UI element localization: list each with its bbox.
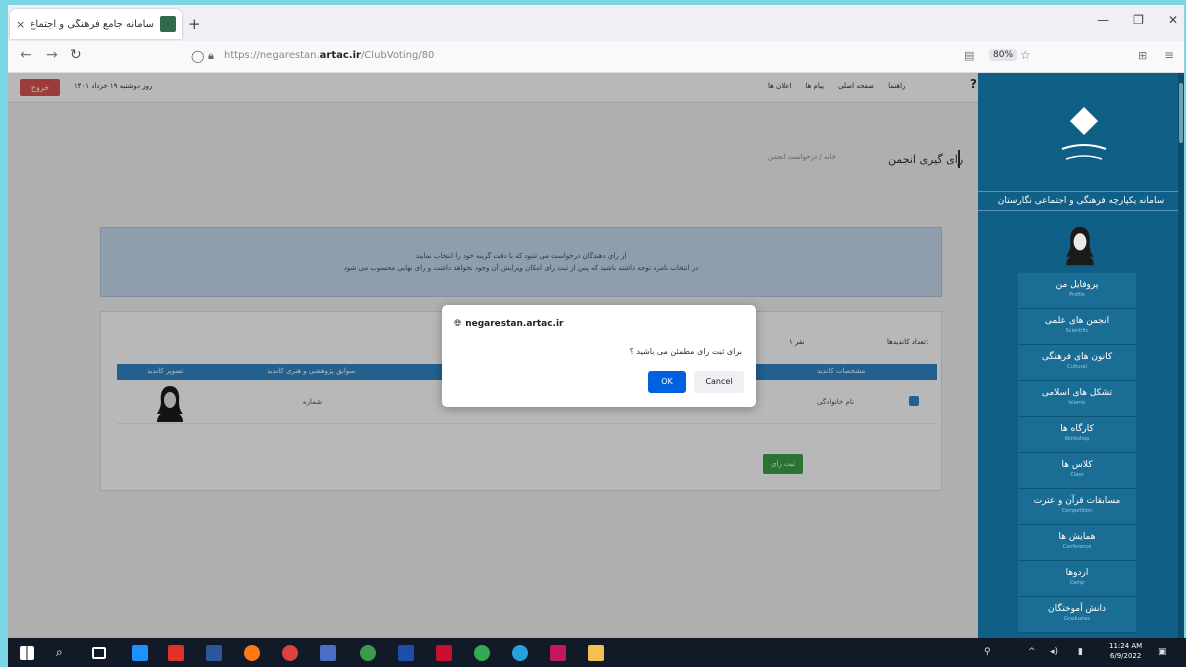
tab-close-icon[interactable]: ×	[16, 18, 25, 31]
close-window-icon[interactable]: ✕	[1168, 13, 1178, 27]
sidebar-item-graduates[interactable]: دانش آموختگان Graduates	[1018, 597, 1136, 633]
sidebar-item-conferences[interactable]: همایش ها Conference	[1018, 525, 1136, 561]
people-icon[interactable]: ⚲	[984, 647, 991, 657]
app-icon-6[interactable]	[474, 645, 490, 661]
menu-hamburger-icon[interactable]: ≡	[1164, 48, 1174, 62]
sidebar-item-label: تشکل های اسلامی	[1041, 388, 1113, 398]
sidebar-item-label: دانش آموختگان	[1048, 604, 1106, 614]
window-controls: — ❐ ✕	[1097, 13, 1178, 27]
sidebar-item-sublabel: Profile	[1069, 292, 1085, 298]
extensions-icon[interactable]: ⊞	[1138, 49, 1147, 62]
dialog-origin-text: negarestan.artac.ir	[465, 319, 564, 329]
url-domain: artac.ir	[319, 50, 361, 61]
restore-icon[interactable]: ❐	[1133, 13, 1144, 27]
dialog-message: برای ثبت رای مطمئن می باشید ؟	[629, 347, 742, 356]
sidebar-item-label: مسابقات قرآن و عترت	[1033, 496, 1121, 506]
sidebar-item-label: پروفایل من	[1055, 280, 1099, 290]
sidebar-item-camps[interactable]: اردوها Camp	[1018, 561, 1136, 597]
windows-taskbar: ⌕ ⚲ ^ ◂) ▮ 11:24 AM 6/9/2022 ▣	[8, 638, 1186, 667]
shield-icon[interactable]: ◯	[191, 49, 204, 63]
tab-title: سامانه جامع فرهنگی و اجتماع...	[31, 18, 154, 30]
confirm-dialog: 🌐︎ negarestan.artac.ir برای ثبت رای مطمئ…	[442, 305, 756, 407]
notification-icon[interactable]: ▣	[1158, 647, 1167, 657]
globe-icon: 🌐︎	[454, 319, 462, 329]
app-icon-3[interactable]	[320, 645, 336, 661]
sidebar-item-sublabel: Camp	[1069, 580, 1085, 586]
dialog-origin: 🌐︎ negarestan.artac.ir	[454, 319, 564, 329]
photoshop-icon[interactable]	[398, 645, 414, 661]
sidebar-item-sublabel: Workshop	[1064, 436, 1090, 442]
url-path: /ClubVoting/80	[360, 50, 435, 61]
browser-tab[interactable]: سامانه جامع فرهنگی و اجتماع... ×	[10, 9, 182, 39]
sidebar-item-cultural[interactable]: کانون های فرهنگی Cultural	[1018, 345, 1136, 381]
zoom-level[interactable]: 80%	[989, 49, 1018, 61]
new-tab-button[interactable]: +	[188, 15, 201, 33]
sidebar-item-workshops[interactable]: کارگاه ها Workshop	[1018, 417, 1136, 453]
scrollbar-thumb[interactable]	[1179, 83, 1183, 143]
windows-start-icon[interactable]	[20, 646, 34, 660]
volume-icon[interactable]: ◂)	[1050, 647, 1058, 657]
forward-arrow-icon[interactable]: →	[46, 47, 58, 63]
profile-avatar-icon[interactable]	[1064, 223, 1096, 267]
app-icon-5[interactable]	[436, 645, 452, 661]
bookmark-star-icon[interactable]: ☆	[1020, 48, 1031, 62]
clock-time: 11:24 AM	[1109, 642, 1143, 650]
app-icon-1[interactable]	[132, 645, 148, 661]
browser-window: سامانه جامع فرهنگی و اجتماع... × + — ❐ ✕…	[8, 5, 1184, 638]
tray-chevron-icon[interactable]: ^	[1028, 647, 1036, 657]
sidebar-item-label: همایش ها	[1058, 532, 1096, 542]
sidebar-item-label: کارگاه ها	[1060, 424, 1094, 434]
app-icon-7[interactable]	[550, 645, 566, 661]
sidebar-item-label: انجمن های علمی	[1044, 316, 1110, 326]
sidebar-item-sublabel: Class	[1070, 472, 1084, 478]
firefox-icon[interactable]	[244, 645, 260, 661]
sidebar-item-islamic[interactable]: تشکل های اسلامی Islamic	[1018, 381, 1136, 417]
telegram-icon[interactable]	[512, 645, 528, 661]
word-icon[interactable]	[206, 645, 222, 661]
system-title: سامانه یکپارچه فرهنگی و اجتماعی نگارستان	[978, 191, 1184, 211]
url-prefix: https://negarestan.	[224, 50, 320, 61]
back-arrow-icon[interactable]: ←	[20, 47, 32, 63]
navigation-bar: ← → ↻ ◯ 🔒︎ https://negarestan.artac.ir/C…	[8, 41, 1184, 73]
sidebar-scrollbar[interactable]	[1178, 73, 1184, 638]
sidebar-item-label: کانون های فرهنگی	[1041, 352, 1113, 362]
site-favicon-icon	[160, 16, 176, 32]
clock-date: 6/9/2022	[1109, 652, 1142, 660]
reload-icon[interactable]: ↻	[70, 47, 82, 63]
app-icon-2[interactable]	[168, 645, 184, 661]
chrome-icon[interactable]	[282, 645, 298, 661]
search-icon[interactable]: ⌕	[56, 645, 72, 661]
file-explorer-icon[interactable]	[588, 645, 604, 661]
network-icon[interactable]: ▮	[1078, 647, 1083, 657]
reader-view-icon[interactable]: ▤	[964, 49, 974, 62]
cancel-button[interactable]: Cancel	[694, 371, 744, 393]
logo-icon	[1061, 107, 1107, 160]
sidebar-item-competitions[interactable]: مسابقات قرآن و عترت Competition	[1018, 489, 1136, 525]
lock-icon[interactable]: 🔒︎	[208, 49, 214, 63]
sidebar: سامانه یکپارچه فرهنگی و اجتماعی نگارستان…	[978, 73, 1184, 638]
sidebar-item-classes[interactable]: کلاس ها Class	[1018, 453, 1136, 489]
task-view-icon[interactable]	[92, 647, 106, 659]
sidebar-menu: پروفایل من Profile انجمن های علمی Scientif…	[1018, 273, 1136, 633]
sidebar-item-label: کلاس ها	[1061, 460, 1093, 470]
sidebar-item-sublabel: Conference	[1062, 544, 1092, 550]
app-icon-4[interactable]	[360, 645, 376, 661]
sidebar-item-profile[interactable]: پروفایل من Profile	[1018, 273, 1136, 309]
sidebar-item-sublabel: Cultural	[1067, 364, 1087, 370]
sidebar-item-scientific[interactable]: انجمن های علمی Scientific	[1018, 309, 1136, 345]
tab-bar: سامانه جامع فرهنگی و اجتماع... × + — ❐ ✕	[8, 5, 1184, 41]
taskbar-clock[interactable]: 11:24 AM 6/9/2022	[1109, 641, 1142, 661]
ok-button[interactable]: OK	[648, 371, 686, 393]
sidebar-item-label: اردوها	[1065, 568, 1089, 578]
sidebar-item-sublabel: Competition	[1061, 508, 1093, 514]
sidebar-item-sublabel: Islamic	[1068, 400, 1086, 406]
url-bar[interactable]: https://negarestan.artac.ir/ClubVoting/8…	[224, 50, 434, 61]
sidebar-item-sublabel: Scientific	[1065, 328, 1089, 334]
sidebar-item-sublabel: Graduates	[1063, 616, 1091, 622]
minimize-icon[interactable]: —	[1097, 13, 1109, 27]
